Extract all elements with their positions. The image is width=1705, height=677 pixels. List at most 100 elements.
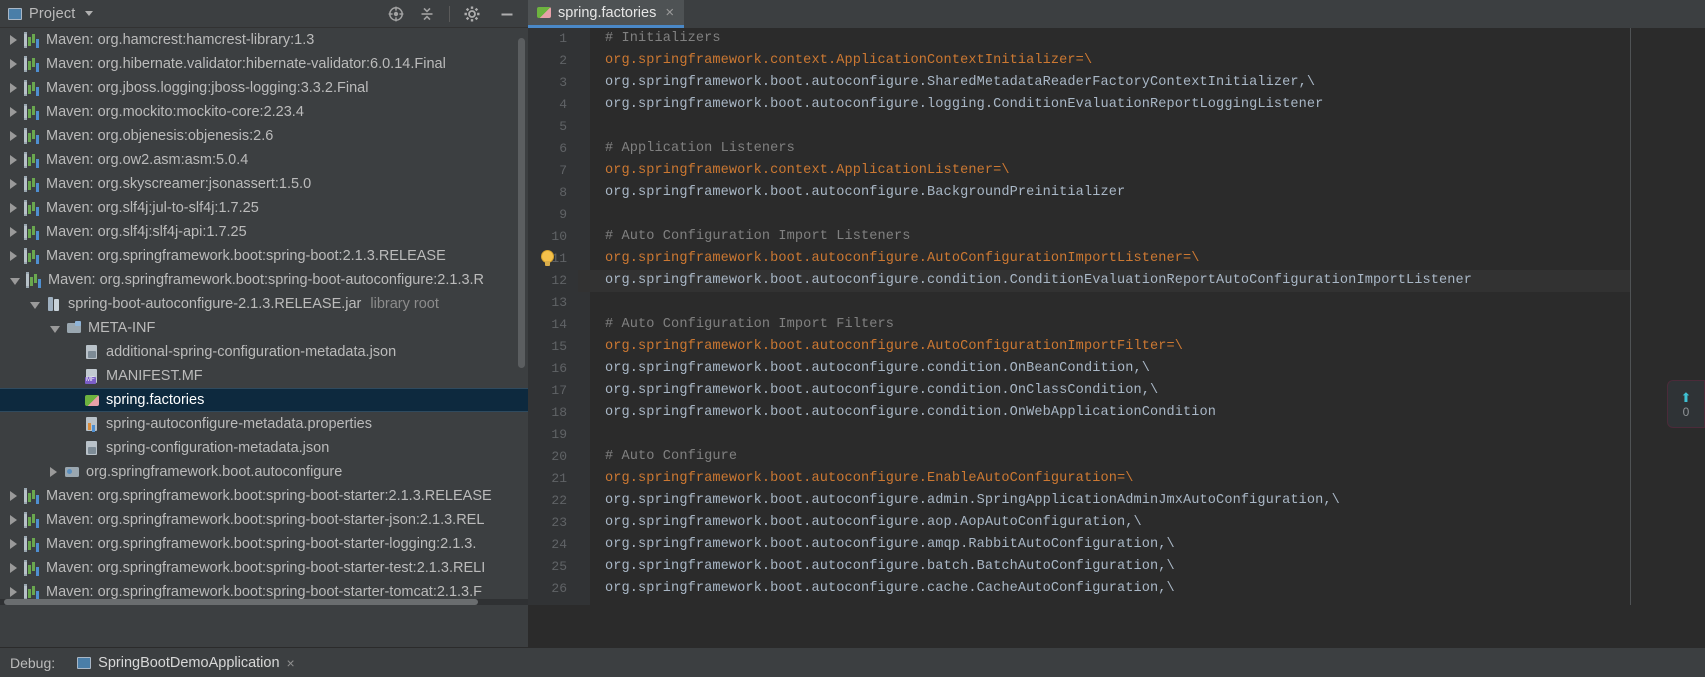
- tree-item[interactable]: Maven: org.skyscreamer:jsonassert:1.5.0: [0, 172, 528, 196]
- code-line[interactable]: [578, 116, 1705, 138]
- chevron-right-icon[interactable]: [50, 467, 57, 477]
- code-line[interactable]: [578, 204, 1705, 226]
- locate-target-icon[interactable]: [387, 5, 405, 23]
- tree-item[interactable]: additional-spring-configuration-metadata…: [0, 340, 528, 364]
- line-number: 17: [551, 383, 567, 398]
- collapse-all-icon[interactable]: [418, 5, 436, 23]
- folder-icon: [66, 320, 82, 336]
- code-line[interactable]: # Initializers: [578, 28, 1705, 50]
- tree-item[interactable]: Maven: org.springframework.boot:spring-b…: [0, 484, 528, 508]
- code-line[interactable]: org.springframework.boot.autoconfigure.a…: [578, 512, 1705, 534]
- tree-item[interactable]: Maven: org.springframework.boot:spring-b…: [0, 532, 528, 556]
- tree-item[interactable]: Maven: org.hibernate.validator:hibernate…: [0, 52, 528, 76]
- code-line[interactable]: # Auto Configuration Import Filters: [578, 314, 1705, 336]
- code-line[interactable]: org.springframework.boot.autoconfigure.c…: [578, 380, 1705, 402]
- code-line[interactable]: org.springframework.boot.autoconfigure.c…: [578, 578, 1705, 600]
- tree-item[interactable]: spring-boot-autoconfigure-2.1.3.RELEASE.…: [0, 292, 528, 316]
- tree-item[interactable]: Maven: org.ow2.asm:asm:5.0.4: [0, 148, 528, 172]
- editor-tab-spring-factories[interactable]: spring.factories ×: [528, 0, 685, 28]
- project-tree-scrollbar[interactable]: [518, 38, 525, 368]
- tree-item[interactable]: Maven: org.hamcrest:hamcrest-library:1.3: [0, 28, 528, 52]
- line-number: 25: [551, 559, 567, 574]
- tree-item[interactable]: spring-autoconfigure-metadata.properties: [0, 412, 528, 436]
- tree-item[interactable]: Maven: org.objenesis:objenesis:2.6: [0, 124, 528, 148]
- chevron-right-icon[interactable]: [10, 59, 17, 69]
- package-icon: [64, 464, 80, 480]
- tree-item[interactable]: Maven: org.jboss.logging:jboss-logging:3…: [0, 76, 528, 100]
- error-stripe-marker-panel[interactable]: [1631, 28, 1705, 605]
- tree-item[interactable]: Maven: org.slf4j:jul-to-slf4j:1.7.25: [0, 196, 528, 220]
- code-line[interactable]: org.springframework.boot.autoconfigure.c…: [578, 402, 1705, 424]
- notification-widget[interactable]: ⬆ 0: [1667, 380, 1705, 428]
- tree-item[interactable]: MANIFEST.MF: [0, 364, 528, 388]
- code-line[interactable]: [578, 292, 1705, 314]
- code-line[interactable]: # Auto Configure: [578, 446, 1705, 468]
- chevron-right-icon[interactable]: [10, 83, 17, 93]
- tree-item[interactable]: org.springframework.boot.autoconfigure: [0, 460, 528, 484]
- chevron-down-icon[interactable]: [10, 277, 20, 285]
- chevron-right-icon[interactable]: [10, 491, 17, 501]
- chevron-down-icon[interactable]: [50, 325, 60, 333]
- chevron-right-icon[interactable]: [10, 539, 17, 549]
- maven-icon: [24, 176, 40, 192]
- maven-icon: [24, 152, 40, 168]
- chevron-right-icon[interactable]: [10, 35, 17, 45]
- chevron-right-icon[interactable]: [10, 515, 17, 525]
- code-line[interactable]: org.springframework.context.ApplicationC…: [578, 50, 1705, 72]
- chevron-right-icon[interactable]: [10, 155, 17, 165]
- code-line[interactable]: org.springframework.boot.autoconfigure.S…: [578, 72, 1705, 94]
- maven-icon: [24, 536, 40, 552]
- tree-item[interactable]: Maven: org.springframework.boot:spring-b…: [0, 244, 528, 268]
- code-line[interactable]: org.springframework.boot.autoconfigure.a…: [578, 490, 1705, 512]
- chevron-right-icon[interactable]: [10, 227, 17, 237]
- intention-lightbulb-icon[interactable]: [540, 251, 556, 267]
- chevron-right-icon[interactable]: [10, 131, 17, 141]
- project-toolbar-actions: [387, 5, 520, 23]
- code-line[interactable]: org.springframework.boot.autoconfigure.B…: [578, 182, 1705, 204]
- tree-item[interactable]: Maven: org.slf4j:slf4j-api:1.7.25: [0, 220, 528, 244]
- chevron-right-icon[interactable]: [10, 203, 17, 213]
- close-icon[interactable]: ×: [665, 5, 674, 20]
- code-line[interactable]: # Application Listeners: [578, 138, 1705, 160]
- tree-item[interactable]: Maven: org.springframework.boot:spring-b…: [0, 508, 528, 532]
- tree-item[interactable]: Maven: org.mockito:mockito-core:2.23.4: [0, 100, 528, 124]
- chevron-right-icon[interactable]: [10, 251, 17, 261]
- code-line[interactable]: org.springframework.boot.autoconfigure.A…: [578, 248, 1705, 270]
- code-line[interactable]: org.springframework.boot.autoconfigure.A…: [578, 336, 1705, 358]
- code-line[interactable]: org.springframework.boot.autoconfigure.E…: [578, 468, 1705, 490]
- chevron-right-icon[interactable]: [10, 107, 17, 117]
- close-icon[interactable]: ×: [287, 655, 295, 671]
- tree-item[interactable]: spring-configuration-metadata.json: [0, 436, 528, 460]
- code-line[interactable]: org.springframework.boot.autoconfigure.b…: [578, 556, 1705, 578]
- tree-item-label: Maven: org.hibernate.validator:hibernate…: [46, 56, 446, 72]
- code-line[interactable]: org.springframework.boot.autoconfigure.l…: [578, 94, 1705, 116]
- chevron-right-icon[interactable]: [10, 587, 17, 597]
- settings-gear-icon[interactable]: [463, 5, 481, 23]
- code-content[interactable]: # Initializers org.springframework.contex…: [578, 28, 1705, 605]
- code-token: org.springframework.boot.autoconfigure.A…: [605, 339, 1184, 354]
- code-token: # Application Listeners: [605, 141, 795, 156]
- line-number-gutter[interactable]: 1 2 3 4 5 6 7 8 9 10 11 12 13 14 15 16 17 18 19 20 21 22 23 24 2…: [528, 28, 578, 605]
- chevron-right-icon[interactable]: [10, 179, 17, 189]
- tree-item-selected[interactable]: spring.factories: [0, 388, 528, 412]
- code-line[interactable]: org.springframework.boot.autoconfigure.c…: [578, 270, 1705, 292]
- code-line[interactable]: org.springframework.context.ApplicationL…: [578, 160, 1705, 182]
- code-line[interactable]: [578, 424, 1705, 446]
- code-viewport[interactable]: 1 2 3 4 5 6 7 8 9 10 11 12 13 14 15 16 17 18 19 20 21 22 23 24 2…: [528, 28, 1705, 605]
- maven-icon: [26, 272, 42, 288]
- minimize-icon[interactable]: [498, 5, 516, 23]
- tree-item[interactable]: META-INF: [0, 316, 528, 340]
- project-tree[interactable]: Maven: org.hamcrest:hamcrest-library:1.3…: [0, 28, 528, 605]
- code-line[interactable]: org.springframework.boot.autoconfigure.c…: [578, 358, 1705, 380]
- chevron-down-icon[interactable]: [84, 11, 93, 16]
- code-line[interactable]: # Auto Configuration Import Listeners: [578, 226, 1705, 248]
- tree-item-label: spring-autoconfigure-metadata.properties: [106, 416, 372, 432]
- chevron-right-icon[interactable]: [10, 563, 17, 573]
- chevron-down-icon[interactable]: [30, 301, 40, 309]
- debug-run-config-tab[interactable]: SpringBootDemoApplication ×: [77, 655, 295, 671]
- code-line[interactable]: org.springframework.boot.autoconfigure.a…: [578, 534, 1705, 556]
- line-number: 1: [559, 31, 567, 46]
- tree-item[interactable]: Maven: org.springframework.boot:spring-b…: [0, 268, 528, 292]
- tree-item[interactable]: Maven: org.springframework.boot:spring-b…: [0, 556, 528, 580]
- project-title: Project: [29, 5, 76, 22]
